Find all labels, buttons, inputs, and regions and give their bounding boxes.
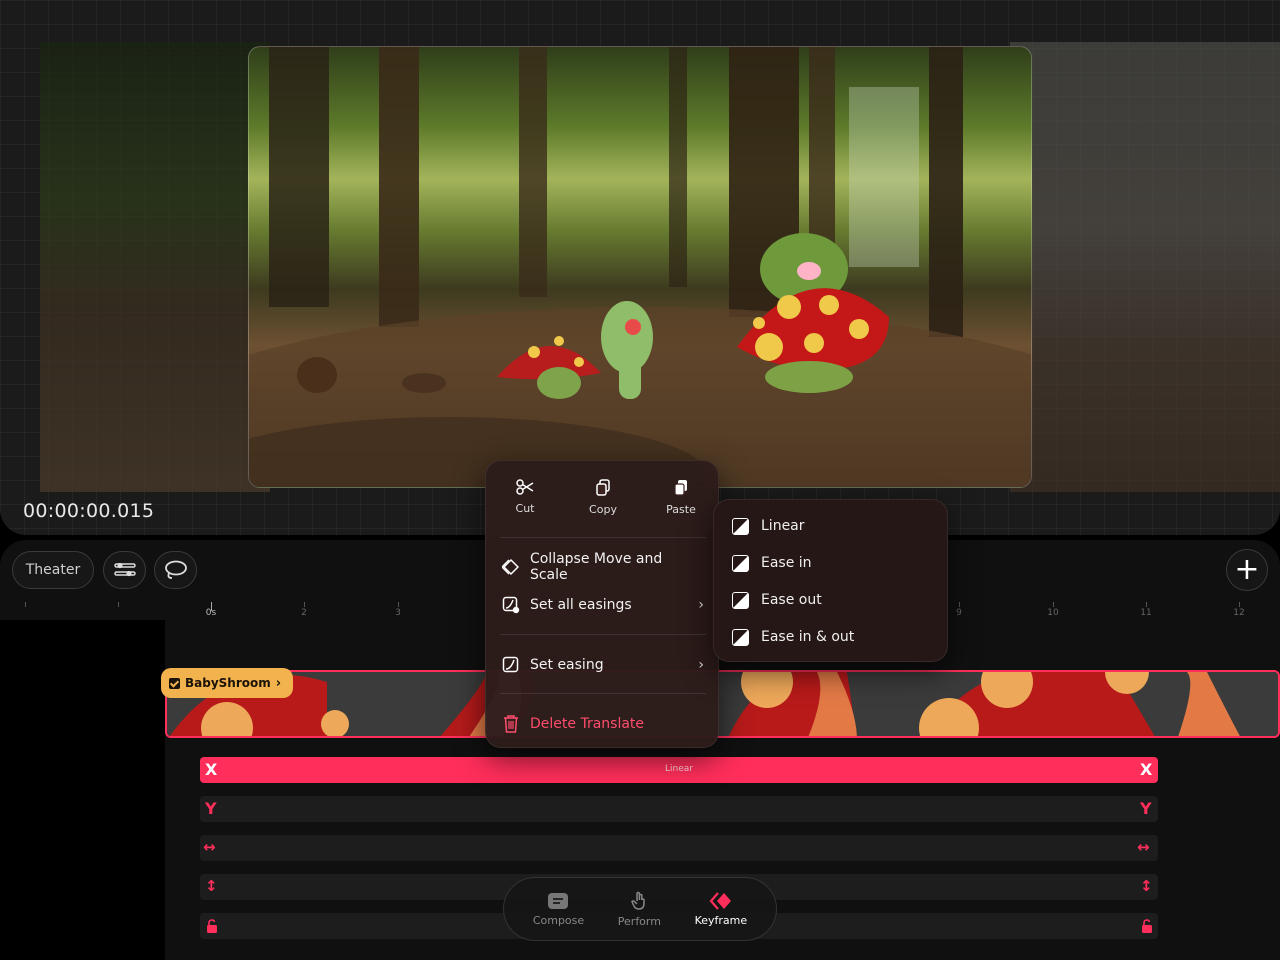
copy-button[interactable]: Copy (568, 479, 638, 516)
babyshroom-track[interactable] (165, 670, 1280, 738)
compose-icon (548, 892, 569, 909)
delete-translate-item[interactable]: Delete Translate (502, 712, 704, 736)
theater-button[interactable]: Theater (12, 551, 94, 589)
copy-label: Copy (589, 503, 617, 516)
easing-linear-label: Linear (761, 518, 805, 534)
ruler-label-11: 11 (1140, 608, 1152, 618)
hand-icon (631, 891, 646, 910)
keyframe-context-menu: Cut Copy Paste Collapse Move and Scale S… (485, 460, 719, 748)
perform-tab[interactable]: Perform (618, 891, 661, 928)
collapse-label: Collapse Move and Scale (529, 551, 663, 583)
keyframe-diamond-icon (502, 558, 520, 576)
timecode-display: 00:00:00.015 (23, 500, 155, 522)
preview-backdrop-left (40, 42, 270, 492)
theater-button-label: Theater (25, 562, 81, 578)
lane-y[interactable]: Y Y (200, 796, 1158, 822)
lane-horizontal-scale[interactable]: ↔ ↔ (200, 835, 1158, 861)
easing-linear-item[interactable]: Linear (732, 514, 805, 538)
easing-ease-out-icon (732, 591, 749, 609)
set-easing-label: Set easing (530, 657, 604, 673)
preview-backdrop-right (1010, 42, 1280, 492)
chevron-right-icon: › (275, 675, 282, 691)
lane-x-start-key[interactable]: X (205, 760, 217, 779)
scissors-icon (516, 479, 534, 495)
ruler-label-9: 9 (956, 608, 962, 618)
mode-dock: Compose Perform Keyframe (503, 877, 777, 941)
timeline-side-column (0, 620, 165, 960)
easing-linear-icon (732, 517, 749, 535)
ruler-label-3: 3 (395, 608, 401, 618)
settings-toggle-button[interactable] (103, 551, 146, 589)
keyframe-label: Keyframe (694, 913, 748, 927)
unlock-icon[interactable] (1141, 919, 1153, 933)
easing-submenu: Linear Ease in Ease out Ease in & out (713, 499, 948, 662)
perform-label: Perform (617, 914, 661, 928)
compose-label: Compose (532, 913, 585, 927)
easing-ease-in-label: Ease in (761, 555, 812, 571)
easing-ease-in-icon (732, 554, 749, 572)
compose-tab[interactable]: Compose (533, 892, 584, 927)
easing-icon (502, 656, 519, 673)
track-checkbox-icon[interactable] (169, 677, 180, 689)
copy-icon (596, 479, 610, 496)
keyframe-tab[interactable]: Keyframe (694, 891, 748, 927)
plus-icon: + (1234, 552, 1260, 587)
lane-y-start-key[interactable]: Y (205, 799, 217, 818)
keyframe-icon (709, 891, 731, 910)
easing-ease-out-label: Ease out (761, 592, 822, 608)
lane-y-end-key[interactable]: Y (1140, 799, 1152, 818)
set-all-easings-item[interactable]: Set all easings › (502, 593, 704, 617)
ruler-label-0s: 0s (205, 608, 217, 618)
horizontal-arrows-icon[interactable]: ↔ (203, 838, 216, 856)
easing-ease-in-out-icon (732, 628, 749, 646)
paste-button[interactable]: Paste (646, 479, 716, 516)
lasso-icon (164, 560, 187, 579)
paste-icon (674, 480, 687, 496)
track-name: BabyShroom (185, 676, 271, 690)
video-preview[interactable] (248, 46, 1032, 488)
lane-x-end-key[interactable]: X (1140, 760, 1152, 779)
lane-x[interactable]: X Linear X (200, 757, 1158, 783)
ruler-label-2: 2 (301, 608, 307, 618)
cut-label: Cut (515, 502, 535, 515)
easing-ease-in-item[interactable]: Ease in (732, 551, 812, 575)
easing-ease-out-item[interactable]: Ease out (732, 588, 822, 612)
ruler-label-10: 10 (1047, 608, 1059, 618)
trash-icon (504, 715, 518, 733)
delete-label: Delete Translate (530, 716, 645, 732)
track-name-badge[interactable]: BabyShroom › (161, 668, 294, 698)
easing-ease-in-out-label: Ease in & out (761, 629, 855, 645)
paste-label: Paste (666, 503, 696, 516)
chevron-right-icon: › (698, 657, 704, 673)
preview-stage: 00:00:00.015 (0, 0, 1280, 535)
ruler-label-12: 12 (1233, 608, 1245, 618)
cut-button[interactable]: Cut (490, 479, 560, 516)
unlock-icon[interactable] (206, 919, 218, 933)
add-button[interactable]: + (1226, 549, 1268, 591)
horizontal-arrows-icon[interactable]: ↔ (1137, 838, 1150, 856)
lane-x-easing-label: Linear (665, 764, 693, 774)
track-thumbnail-strip (167, 672, 1278, 736)
chevron-right-icon: › (698, 597, 704, 613)
collapse-move-scale-item[interactable]: Collapse Move and Scale (502, 551, 704, 583)
easing-ease-in-out-item[interactable]: Ease in & out (732, 625, 854, 649)
sliders-icon (113, 562, 136, 577)
set-all-easings-label: Set all easings (530, 597, 632, 613)
vertical-arrows-icon[interactable]: ↕ (205, 877, 218, 895)
set-easing-item[interactable]: Set easing › (502, 653, 704, 677)
lasso-button[interactable] (154, 551, 197, 589)
vertical-arrows-icon[interactable]: ↕ (1140, 877, 1153, 895)
forest-scene (249, 47, 1031, 487)
easing-all-icon (502, 596, 520, 614)
